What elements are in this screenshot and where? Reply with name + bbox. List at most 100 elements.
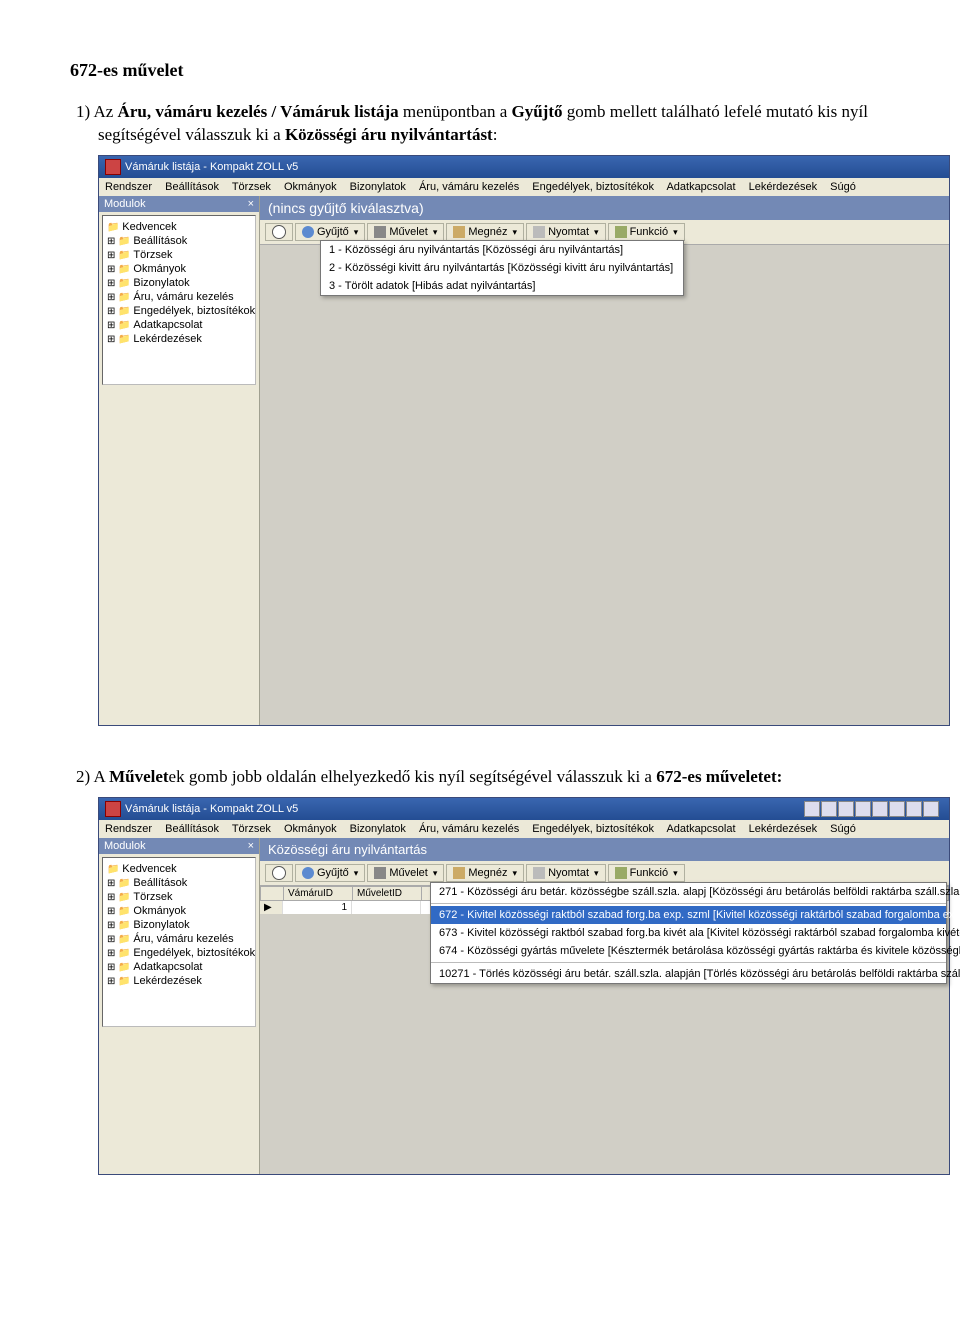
dropdown-item[interactable]: 2 - Közösségi kivitt áru nyilvántartás […: [321, 259, 683, 277]
titlebar-icon[interactable]: [889, 801, 905, 817]
dropdown-item[interactable]: 1 - Közösségi áru nyilvántartás [Közössé…: [321, 241, 683, 259]
tree-node[interactable]: Engedélyek, biztosítékok: [105, 946, 253, 960]
app-icon: [105, 159, 121, 175]
tree-node[interactable]: Adatkapcsolat: [105, 318, 253, 332]
menu-item[interactable]: Beállítások: [165, 823, 219, 835]
megnez-button[interactable]: Megnéz: [446, 223, 524, 241]
funkcio-button[interactable]: Funkció: [608, 223, 685, 241]
tree-node[interactable]: Okmányok: [105, 904, 253, 918]
sidebar-close-icon[interactable]: ×: [248, 840, 254, 852]
menu-item[interactable]: Súgó: [830, 823, 856, 835]
cell-muveletid: [352, 901, 421, 914]
sidebar-title: Modulok: [104, 840, 146, 852]
nyomtat-button[interactable]: Nyomtat: [526, 223, 606, 241]
step-2-text: 2) A Műveletek gomb jobb oldalán elhelye…: [70, 766, 890, 789]
menu-item[interactable]: Okmányok: [284, 823, 337, 835]
dropdown-item[interactable]: 674 - Közösségi gyártás művelete [Készte…: [431, 942, 946, 960]
sidebar-close-icon[interactable]: ×: [248, 198, 254, 210]
grid-corner: [261, 887, 284, 900]
function-icon: [615, 867, 627, 879]
menubar: Rendszer Beállítások Törzsek Okmányok Bi…: [99, 178, 949, 196]
tree-node[interactable]: Engedélyek, biztosítékok: [105, 304, 253, 318]
magnifier-icon: [272, 866, 286, 880]
tree-node[interactable]: Okmányok: [105, 262, 253, 276]
titlebar-icon[interactable]: [821, 801, 837, 817]
chevron-down-icon[interactable]: [511, 226, 518, 238]
tree-node[interactable]: Áru, vámáru kezelés: [105, 932, 253, 946]
menu-item[interactable]: Áru, vámáru kezelés: [419, 181, 519, 193]
funkcio-button[interactable]: Funkció: [608, 864, 685, 882]
titlebar-icon[interactable]: [872, 801, 888, 817]
menu-item[interactable]: Súgó: [830, 181, 856, 193]
menu-item[interactable]: Engedélyek, biztosítékok: [532, 181, 654, 193]
dropdown-item[interactable]: 3 - Törölt adatok [Hibás adat nyilvántar…: [321, 277, 683, 295]
search-button[interactable]: [265, 223, 293, 241]
menu-item[interactable]: Adatkapcsolat: [666, 181, 735, 193]
menu-item[interactable]: Engedélyek, biztosítékok: [532, 823, 654, 835]
menu-item[interactable]: Rendszer: [105, 823, 152, 835]
dropdown-item[interactable]: 673 - Kivitel közösségi raktból szabad f…: [431, 924, 946, 942]
chevron-down-icon[interactable]: [511, 867, 518, 879]
cell-vamaruid: 1: [283, 901, 352, 914]
menu-item[interactable]: Adatkapcsolat: [666, 823, 735, 835]
tree-node[interactable]: Áru, vámáru kezelés: [105, 290, 253, 304]
chevron-down-icon[interactable]: [352, 226, 359, 238]
window-titlebar: Vámáruk listája - Kompakt ZOLL v5: [99, 156, 949, 178]
grid-col[interactable]: MűveletID: [353, 887, 422, 900]
muvelet-button[interactable]: Művelet: [367, 223, 444, 241]
menu-item[interactable]: Beállítások: [165, 181, 219, 193]
gyujto-button[interactable]: Gyűjtő: [295, 223, 365, 241]
nyomtat-button[interactable]: Nyomtat: [526, 864, 606, 882]
tree-node[interactable]: Bizonylatok: [105, 918, 253, 932]
titlebar-buttons: [804, 801, 943, 817]
dropdown-item-672[interactable]: 672 - Kivitel közösségi raktból szabad f…: [431, 906, 946, 924]
magnifier-icon: [272, 225, 286, 239]
search-button[interactable]: [265, 864, 293, 882]
megnez-button[interactable]: Megnéz: [446, 864, 524, 882]
gear-icon: [374, 867, 386, 879]
tree-node[interactable]: Lekérdezések: [105, 974, 253, 988]
tree-node[interactable]: Adatkapcsolat: [105, 960, 253, 974]
chevron-down-icon[interactable]: [352, 867, 359, 879]
window-title: Vámáruk listája - Kompakt ZOLL v5: [125, 803, 298, 815]
menu-item[interactable]: Okmányok: [284, 181, 337, 193]
titlebar-icon[interactable]: [923, 801, 939, 817]
muvelet-button[interactable]: Művelet: [367, 864, 444, 882]
tree-node[interactable]: Kedvencek: [105, 862, 253, 876]
menu-item[interactable]: Bizonylatok: [350, 823, 406, 835]
tree-node[interactable]: Kedvencek: [105, 220, 253, 234]
titlebar-icon[interactable]: [838, 801, 854, 817]
chevron-down-icon[interactable]: [671, 226, 678, 238]
chevron-down-icon[interactable]: [431, 226, 438, 238]
menu-item[interactable]: Rendszer: [105, 181, 152, 193]
chevron-down-icon[interactable]: [671, 867, 678, 879]
gear-icon: [374, 226, 386, 238]
menu-item[interactable]: Törzsek: [232, 823, 271, 835]
chevron-down-icon[interactable]: [592, 226, 599, 238]
tree-node[interactable]: Lekérdezések: [105, 332, 253, 346]
step-1-text: 1) Az Áru, vámáru kezelés / Vámáruk list…: [70, 101, 890, 147]
tree-node[interactable]: Törzsek: [105, 248, 253, 262]
titlebar-icon[interactable]: [804, 801, 820, 817]
chevron-down-icon[interactable]: [431, 867, 438, 879]
gyujto-button[interactable]: Gyűjtő: [295, 864, 365, 882]
gyujto-dropdown: 1 - Közösségi áru nyilvántartás [Közössé…: [320, 240, 684, 296]
tree-node[interactable]: Beállítások: [105, 876, 253, 890]
menu-item[interactable]: Bizonylatok: [350, 181, 406, 193]
tree-node[interactable]: Bizonylatok: [105, 276, 253, 290]
printer-icon: [533, 226, 545, 238]
content-header: Közösségi áru nyilvántartás: [260, 838, 949, 861]
titlebar-icon[interactable]: [855, 801, 871, 817]
menu-item[interactable]: Áru, vámáru kezelés: [419, 823, 519, 835]
tree-node[interactable]: Törzsek: [105, 890, 253, 904]
function-icon: [615, 226, 627, 238]
menu-item[interactable]: Lekérdezések: [749, 181, 818, 193]
titlebar-icon[interactable]: [906, 801, 922, 817]
tree-node[interactable]: Beállítások: [105, 234, 253, 248]
grid-col[interactable]: VámáruID: [284, 887, 353, 900]
menu-item[interactable]: Lekérdezések: [749, 823, 818, 835]
menu-item[interactable]: Törzsek: [232, 181, 271, 193]
dropdown-item[interactable]: 271 - Közösségi áru betár. közösségbe sz…: [431, 883, 946, 901]
dropdown-item[interactable]: 10271 - Törlés közösségi áru betár. szál…: [431, 965, 946, 983]
chevron-down-icon[interactable]: [592, 867, 599, 879]
